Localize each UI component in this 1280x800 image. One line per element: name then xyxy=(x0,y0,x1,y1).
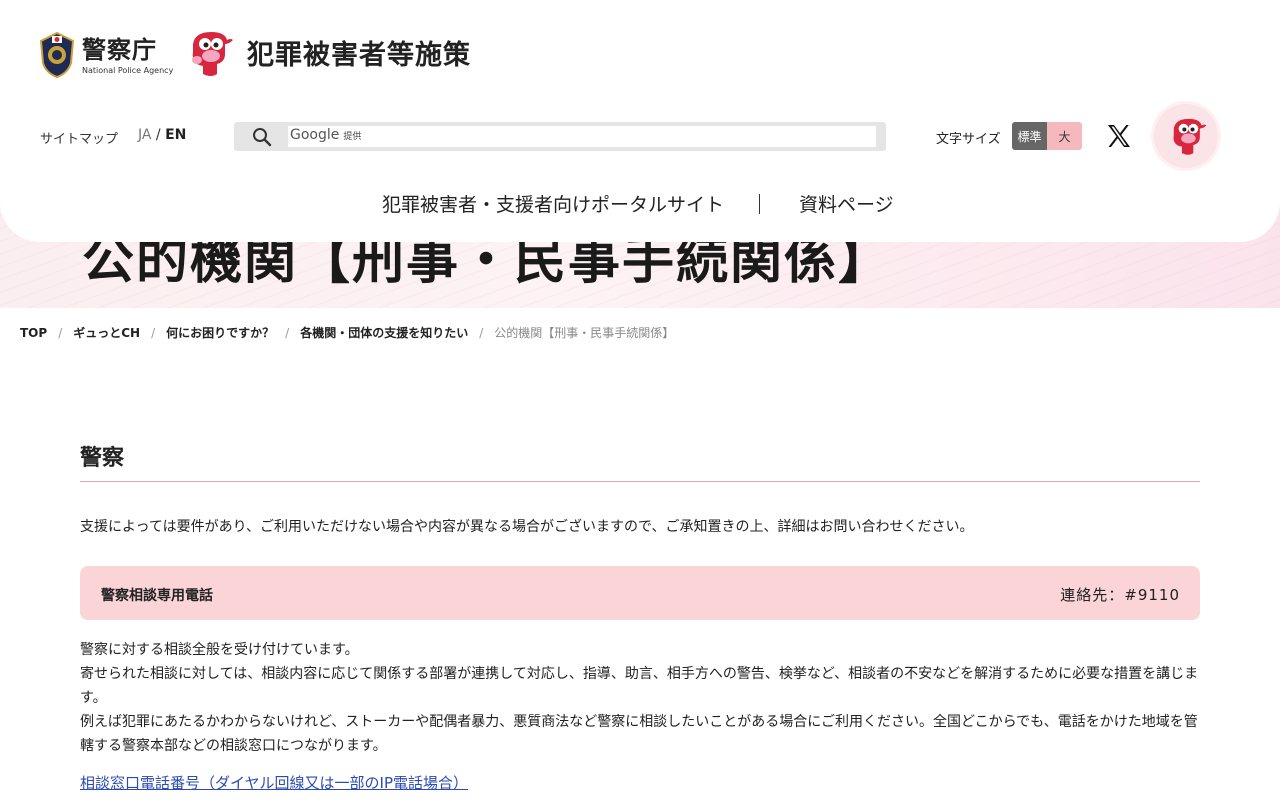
description-paragraph: 警察に対する相談全般を受け付けています。 xyxy=(80,642,359,658)
mascot-menu-button[interactable] xyxy=(1154,104,1218,168)
breadcrumb-gyutto-ch[interactable]: ギュっとCH xyxy=(73,324,140,341)
site-header: 警察庁 National Police Agency 犯罪被害者等施策 サイトマ… xyxy=(0,0,1280,242)
police-emblem-icon xyxy=(39,31,75,79)
site-title[interactable]: 犯罪被害者等施策 xyxy=(247,33,471,72)
x-twitter-icon[interactable] xyxy=(1106,123,1132,149)
section-divider xyxy=(80,481,1200,482)
lang-separator: / xyxy=(155,127,161,143)
description: 警察に対する相談全般を受け付けています。 寄せられた相談に対しては、相談内容に応… xyxy=(80,638,1200,758)
lang-en-link[interactable]: EN xyxy=(165,127,186,143)
description-paragraph: 例えば犯罪にあたるかわからないけれど、ストーカーや配偶者暴力、悪質商法など警察に… xyxy=(80,714,1198,754)
breadcrumb-separator: / xyxy=(151,325,156,340)
police-logo[interactable]: 警察庁 National Police Agency xyxy=(38,30,173,80)
breadcrumb-separator: / xyxy=(285,325,290,340)
nav-divider xyxy=(759,194,760,214)
police-agency-en: National Police Agency xyxy=(82,65,174,75)
breadcrumb-current: 公的機関【刑事・民事手続関係】 xyxy=(494,326,675,340)
card-title: 警察相談専用電話 xyxy=(101,588,213,604)
breadcrumb: TOP / ギュっとCH / 何にお困りですか？ / 各機関・団体の支援を知りた… xyxy=(20,324,674,341)
search-box: Google 提供 xyxy=(234,122,886,151)
font-size-large-button[interactable]: 大 xyxy=(1047,122,1082,150)
nav-docs-link[interactable]: 資料ページ xyxy=(799,190,894,217)
nav-portal-link[interactable]: 犯罪被害者・支援者向けポータルサイト xyxy=(382,190,724,217)
notice-text: 支援によっては要件があり、ご利用いただけない場合や内容が異なる場合がございますの… xyxy=(80,519,974,535)
lang-ja-link[interactable]: JA xyxy=(138,127,151,143)
language-switcher: JA / EN xyxy=(138,127,186,143)
breadcrumb-top[interactable]: TOP xyxy=(20,326,47,340)
main-nav: 犯罪被害者・支援者向けポータルサイト 資料ページ xyxy=(0,190,1280,218)
font-size-label: 文字サイズ xyxy=(936,132,1001,147)
breadcrumb-separator: / xyxy=(58,325,63,340)
search-icon[interactable] xyxy=(252,127,272,147)
breadcrumb-trouble[interactable]: 何にお困りですか？ xyxy=(166,324,274,341)
font-size-standard-button[interactable]: 標準 xyxy=(1012,122,1047,150)
sitemap-link[interactable]: サイトマップ xyxy=(40,128,118,147)
police-agency-name: 警察庁 xyxy=(82,35,157,64)
mascot-logo-icon[interactable] xyxy=(181,26,235,80)
description-paragraph: 寄せられた相談に対しては、相談内容に応じて関係する部署が連携して対応し、指導、助… xyxy=(80,666,1199,706)
breadcrumb-separator: / xyxy=(479,325,484,340)
breadcrumb-support[interactable]: 各機関・団体の支援を知りたい xyxy=(300,324,468,341)
card-contact: 連絡先：#9110 xyxy=(1060,586,1180,604)
section-title: 警察 xyxy=(80,446,125,471)
consultation-card: 警察相談専用電話 連絡先：#9110 xyxy=(80,566,1200,620)
consultation-numbers-link[interactable]: 相談窓口電話番号（ダイヤル回線又は一部のIP電話場合） xyxy=(80,772,468,793)
mascot-icon xyxy=(1173,118,1207,155)
search-input[interactable] xyxy=(288,126,876,147)
